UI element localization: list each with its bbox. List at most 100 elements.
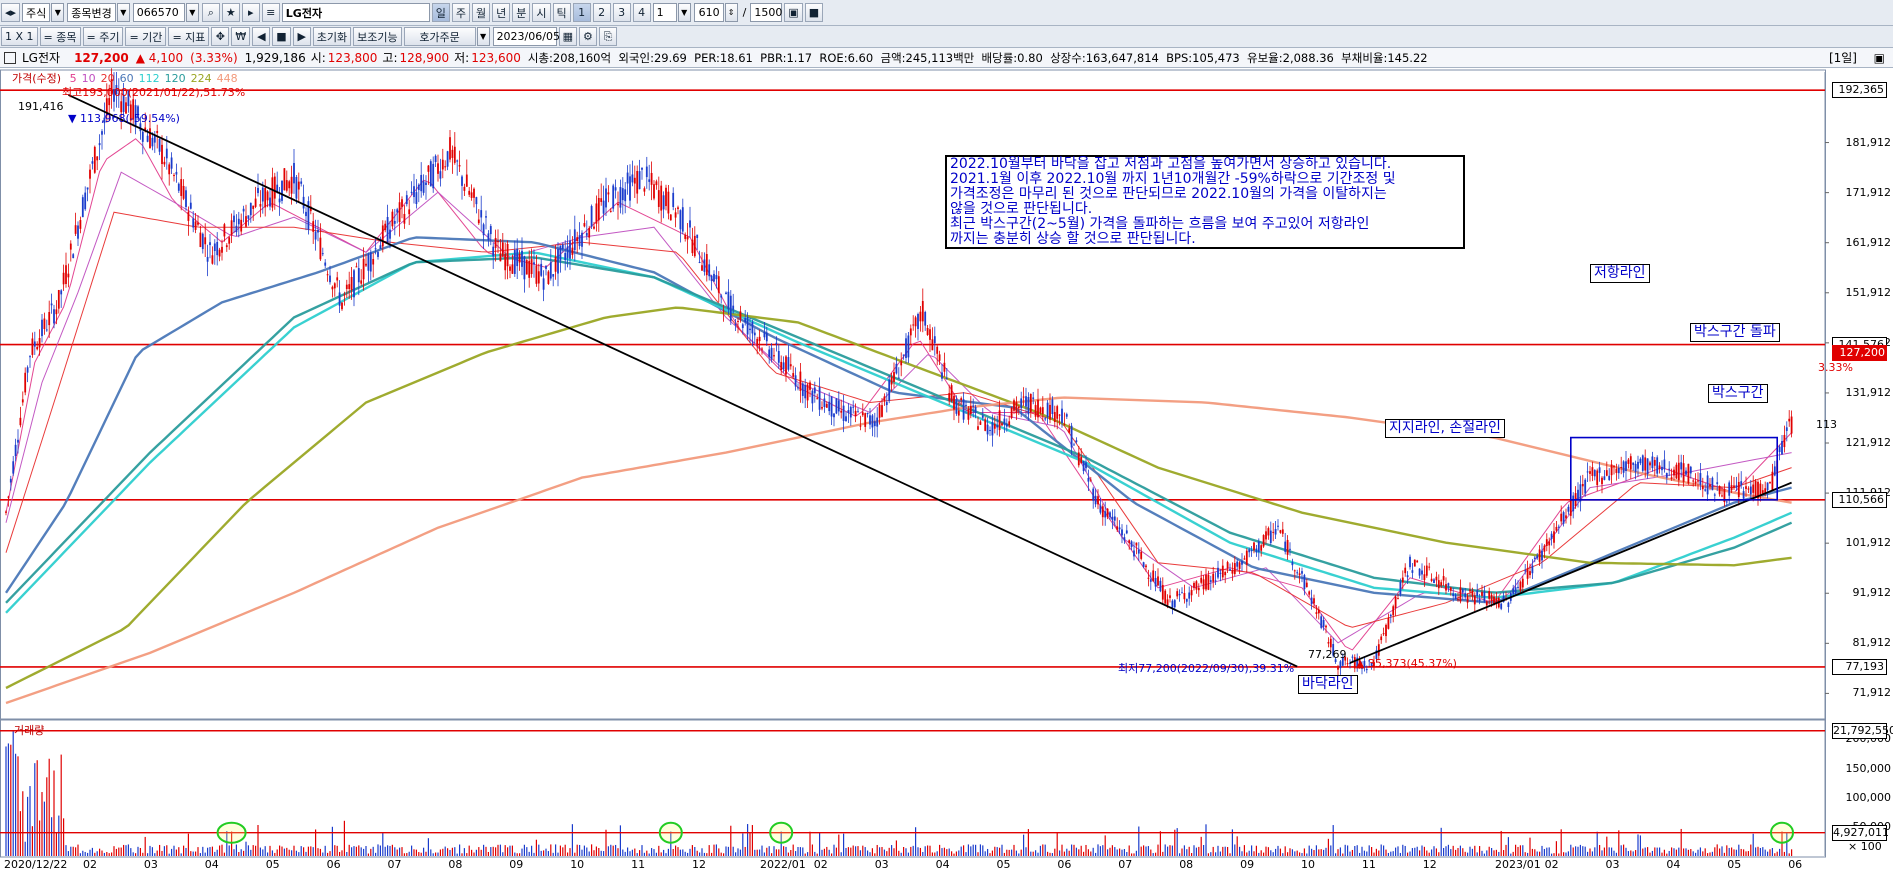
candle-body [417,184,420,191]
candle-body [1577,489,1579,501]
save-icon[interactable]: ■ [804,3,824,22]
candle-body [830,396,833,417]
aux-function-button[interactable]: 보조기능 [353,27,402,46]
candle-body [487,233,490,241]
draw-tool-icon[interactable]: ₩ [231,27,251,46]
candle-body [297,181,300,190]
stock-list-icon[interactable]: ≡ [261,3,280,22]
candle-body [552,274,555,277]
export-icon[interactable]: ⎘ [598,27,617,46]
favorite-star-icon[interactable]: ★ [221,3,240,22]
candle-body [1008,421,1011,426]
max-count-input[interactable]: 1500 [750,3,783,22]
scroll-left-icon[interactable]: ◀ [252,27,271,46]
code-dropdown-icon[interactable]: ▼ [185,3,199,22]
candle-body [1238,562,1241,569]
candle-body [422,181,425,193]
more-arrow-icon[interactable]: ▸ [241,3,260,22]
time-tick-label: 04 [935,858,950,871]
market-dropdown-icon[interactable]: ▼ [51,3,65,22]
cycle-button[interactable]: = 주기 [82,27,124,46]
range-button[interactable]: = 기간 [125,27,167,46]
candle-body [245,216,247,227]
candle-body [852,406,855,408]
candle-body [1596,470,1599,486]
bar-count-input[interactable]: 610 [693,3,724,22]
candle-body [998,410,1001,431]
number-tab-1[interactable]: 1 [572,3,591,22]
window-icon[interactable]: ▣ [784,3,803,22]
period-tab-2[interactable]: 월 [472,3,491,22]
candle-body [1005,423,1008,427]
order-button[interactable]: 호가주문 [403,27,476,46]
candle-body [705,254,708,276]
number-dropdown-icon[interactable]: ▼ [677,3,691,22]
search-dropdown-icon[interactable]: ▼ [116,3,130,22]
candle-body [194,221,197,230]
trend-end-label: 113 [1816,418,1837,431]
crosshair-icon[interactable]: ✥ [211,27,230,46]
candle-body [1313,598,1315,604]
candle-body [468,190,471,195]
candle-body [413,186,415,198]
candle-body [1565,515,1567,519]
period-tab-0[interactable]: 일 [431,3,450,22]
volume-tick-label: 100,000 [1845,790,1892,804]
candle-body [1121,529,1123,536]
order-dropdown-icon[interactable]: ▼ [476,27,490,46]
candle-body [936,346,939,354]
candle-body [175,171,178,175]
settings-icon[interactable]: ⚙ [578,27,597,46]
candle-body [1584,479,1587,494]
candle-body [1346,663,1349,665]
info-checkbox[interactable] [4,51,16,64]
candle-body [1697,480,1699,482]
candle-body [1113,516,1116,521]
period-tab-6[interactable]: 틱 [552,3,571,22]
number-tab-2[interactable]: 2 [592,3,611,22]
candle-body [489,226,492,235]
current-price-tag: 127,200 [1832,345,1887,361]
stop-icon[interactable]: ■ [272,27,291,46]
candle-body [252,205,255,209]
period-tab-4[interactable]: 분 [512,3,531,22]
candle-body [1428,566,1431,568]
search-icon[interactable]: ⌕ [201,3,220,22]
candle-body [1452,593,1455,597]
market-select[interactable]: 주식 [22,3,51,22]
scroll-right-icon[interactable]: ▶ [292,27,311,46]
candle-body [1274,528,1277,535]
stock-search-select[interactable]: 종목변경 [67,3,116,22]
number-tab-3[interactable]: 3 [612,3,631,22]
period-tab-5[interactable]: 시 [532,3,551,22]
nav-arrows-button[interactable]: ◂▸ [1,3,21,22]
grid-layout-button[interactable]: 1 X 1 [1,27,38,46]
number-select[interactable]: 1 [652,3,677,22]
stock-code-input[interactable]: 066570 [132,3,185,22]
resistance-label: 저항라인 [1590,264,1650,283]
candle-body [633,177,636,184]
add-item-button[interactable]: = 종목 [39,27,81,46]
candle-body [873,421,876,427]
indicator-button[interactable]: = 지표 [168,27,210,46]
candle-body [1293,570,1296,572]
candle-body [955,400,958,414]
period-tab-1[interactable]: 주 [451,3,471,22]
date-input[interactable]: 2023/06/05 [492,27,560,46]
pane-settings-icon[interactable]: ▣ [1874,51,1885,65]
period-tab-3[interactable]: 년 [492,3,511,22]
candle-body [1658,465,1661,470]
calendar-icon[interactable]: ▦ [558,27,577,46]
candle-body [1656,457,1659,474]
candle-body [650,172,653,185]
candle-body [1778,446,1781,453]
candle-body [1771,471,1774,490]
reset-button[interactable]: 초기화 [312,27,352,46]
candle-body [1637,461,1639,469]
number-tab-4[interactable]: 4 [632,3,651,22]
candle-body [732,305,735,310]
candle-body [204,237,207,245]
candle-body [864,413,867,427]
candle-body [266,191,269,201]
count-spin-icon[interactable]: ⇕ [724,3,738,22]
